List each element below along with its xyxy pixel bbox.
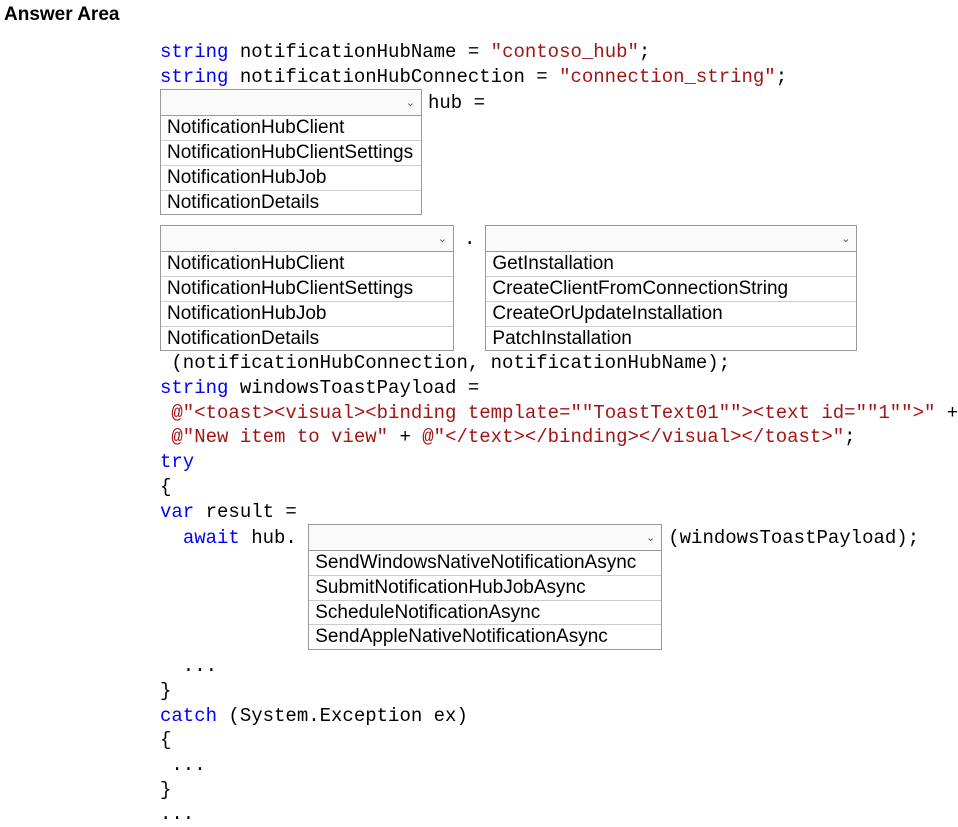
txt: + [388,426,422,448]
str: <toast><visual><binding template= [194,402,570,424]
dot-separator: . [454,225,485,252]
txt: notificationHubConnection = [228,66,559,88]
dropdown-item[interactable]: NotificationHubClientSettings [161,141,421,166]
txt: (notificationHubConnection, notification… [160,352,730,374]
kw-string: string [160,41,228,63]
hub-equals: hub = [422,89,485,116]
str: ToastText01 [593,402,718,424]
str: >" [913,402,936,424]
await-suffix: (windowsToastPayload); [662,524,919,551]
kw-try: try [160,451,194,473]
txt: { [160,729,171,751]
await-prefix: await hub. [160,524,308,551]
catch-line: catch (System.Exception ex) [160,704,958,729]
str: @"New item to view" [160,426,388,448]
dropdown-item[interactable]: NotificationHubJob [161,166,421,191]
txt: ... [160,655,217,677]
dropdown-item[interactable]: NotificationHubClientSettings [161,277,453,302]
dropdown-list: GetInstallation CreateClientFromConnecti… [486,252,856,350]
dropdown-row-2-3: ⌄ NotificationHubClient NotificationHubC… [160,225,958,351]
dropdown-header[interactable]: ⌄ [486,226,856,252]
txt: ... [160,754,206,776]
dropdown-item[interactable]: CreateOrUpdateInstallation [486,302,856,327]
dropdown-header[interactable]: ⌄ [161,90,421,116]
str: @" [160,402,194,424]
dropdown-item[interactable]: NotificationDetails [161,191,421,215]
code-area: string notificationHubName = "contoso_hu… [160,40,958,827]
dropdown-item[interactable]: SendWindowsNativeNotificationAsync [309,551,661,576]
txt: + [935,402,958,424]
brace-open-2: { [160,728,958,753]
dropdown-item[interactable]: NotificationDetails [161,327,453,351]
var-result: var result = [160,500,958,525]
code-xml-1: @"<toast><visual><binding template=""Toa… [160,401,958,426]
str: "" [856,402,879,424]
dropdown-list: NotificationHubClient NotificationHubCli… [161,116,421,214]
str: "" [570,402,593,424]
brace-close: } [160,679,958,704]
str: 1 [878,402,889,424]
txt: result = [194,501,297,523]
dropdown-item[interactable]: NotificationHubClient [161,116,421,141]
txt: ... [160,803,194,825]
brace-open: { [160,475,958,500]
str: "" [719,402,742,424]
dropdown-send-method[interactable]: ⌄ SendWindowsNativeNotificationAsync Sub… [308,524,662,650]
dropdown-method[interactable]: ⌄ GetInstallation CreateClientFromConnec… [485,225,857,351]
txt: hub. [240,527,308,549]
dropdown-item[interactable]: GetInstallation [486,252,856,277]
dropdown-class[interactable]: ⌄ NotificationHubClient NotificationHubC… [160,225,454,351]
try-kw: try [160,450,958,475]
chevron-down-icon: ⌄ [646,531,655,545]
dropdown-item[interactable]: SendAppleNativeNotificationAsync [309,625,661,649]
kw-string: string [160,66,228,88]
dropdown-row-1: ⌄ NotificationHubClient NotificationHubC… [160,89,958,215]
txt: ; [844,426,855,448]
str-literal: "connection_string" [559,66,776,88]
chevron-down-icon: ⌄ [438,232,447,246]
dropdown-item[interactable]: NotificationHubJob [161,302,453,327]
dropdown-item[interactable]: PatchInstallation [486,327,856,351]
str: @"</text></binding></visual></toast>" [422,426,844,448]
dots: ... [160,654,958,679]
dropdown-hub-type[interactable]: ⌄ NotificationHubClient NotificationHubC… [160,89,422,215]
await-row: await hub. ⌄ SendWindowsNativeNotificati… [160,524,958,650]
dropdown-item[interactable]: SubmitNotificationHubJobAsync [309,576,661,601]
code-line-2: string notificationHubConnection = "conn… [160,65,958,90]
str: ><text id= [742,402,856,424]
code-line-1: string notificationHubName = "contoso_hu… [160,40,958,65]
dropdown-item[interactable]: CreateClientFromConnectionString [486,277,856,302]
dropdown-item[interactable]: ScheduleNotificationAsync [309,601,661,626]
dropdown-header[interactable]: ⌄ [161,226,453,252]
chevron-down-icon: ⌄ [841,232,850,246]
code-params: (notificationHubConnection, notification… [160,351,958,376]
kw-var: var [160,501,194,523]
txt: { [160,476,171,498]
dots-2: ... [160,753,958,778]
dropdown-item[interactable]: NotificationHubClient [161,252,453,277]
code-xml-2: @"New item to view" + @"</text></binding… [160,425,958,450]
dots-3: ... [160,802,958,827]
brace-close-2: } [160,778,958,803]
chevron-down-icon: ⌄ [406,96,415,110]
dropdown-list: NotificationHubClient NotificationHubCli… [161,252,453,350]
txt: windowsToastPayload = [228,377,479,399]
txt: ; [776,66,787,88]
code-payload-decl: string windowsToastPayload = [160,376,958,401]
txt: (System.Exception ex) [217,705,468,727]
txt: } [160,779,171,801]
kw-string: string [160,377,228,399]
txt: ; [639,41,650,63]
dropdown-header[interactable]: ⌄ [309,525,661,551]
dropdown-list: SendWindowsNativeNotificationAsync Submi… [309,551,661,649]
txt: } [160,680,171,702]
str-literal: "contoso_hub" [491,41,639,63]
kw-await: await [183,527,240,549]
kw-catch: catch [160,705,217,727]
answer-area-title: Answer Area [0,0,958,26]
str: "" [890,402,913,424]
txt: notificationHubName = [228,41,490,63]
